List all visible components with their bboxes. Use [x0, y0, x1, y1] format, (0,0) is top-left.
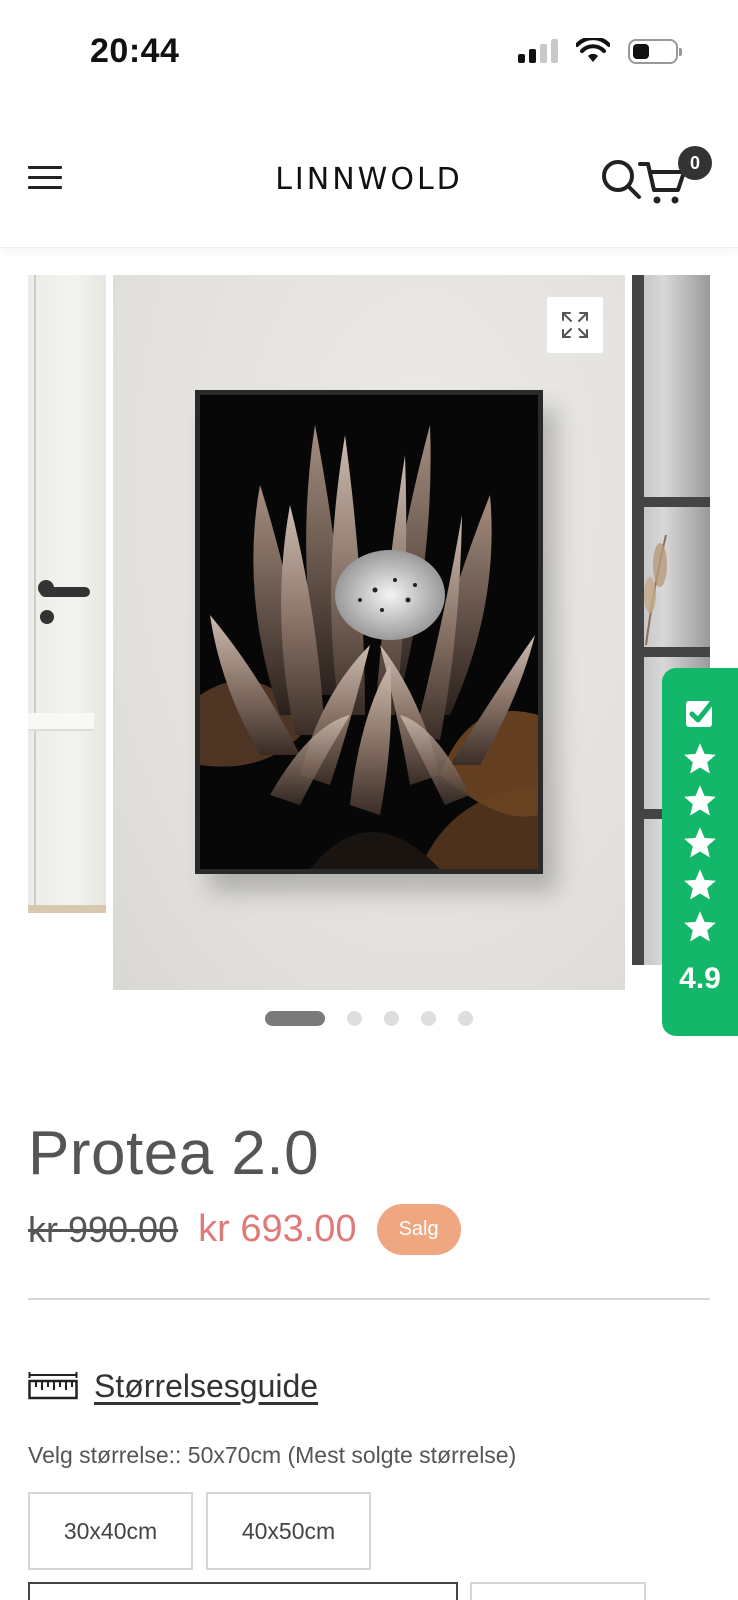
sale-badge: Salg	[376, 1204, 461, 1255]
previous-slide-image[interactable]	[28, 275, 106, 913]
carousel-pagination	[0, 1010, 738, 1026]
cart-button[interactable]: 0	[638, 146, 714, 206]
price-row: kr 990.00 kr 693.00 Salg	[28, 1204, 461, 1255]
carousel-dot-5[interactable]	[458, 1010, 473, 1026]
wifi-icon	[576, 38, 610, 62]
carousel-dot-1[interactable]	[265, 1010, 325, 1026]
search-icon[interactable]	[600, 158, 642, 200]
review-score: 4.9	[679, 962, 721, 995]
size-select-label: Velg størrelse:: 50x70cm (Mest solgte st…	[28, 1442, 517, 1468]
main-product-image[interactable]	[113, 275, 625, 990]
battery-icon	[628, 38, 682, 64]
star-icon	[684, 869, 716, 900]
status-time: 20:44	[90, 32, 180, 70]
size-option-30x40[interactable]: 30x40cm	[28, 1492, 193, 1570]
site-header: LINNWOLD 0	[0, 100, 738, 248]
protea-flower-artwork	[200, 395, 538, 869]
pampas-grass-decor	[644, 534, 667, 645]
carousel-dot-4[interactable]	[421, 1010, 436, 1026]
star-icon	[684, 743, 716, 774]
star-icon	[684, 911, 716, 942]
cart-count-badge: 0	[678, 146, 712, 180]
size-guide-label: Størrelsesguide	[94, 1368, 319, 1404]
size-option-next[interactable]	[470, 1582, 646, 1600]
divider	[28, 1298, 710, 1300]
carousel-dot-3[interactable]	[384, 1010, 399, 1026]
framed-artwork	[195, 390, 543, 874]
sale-price: kr 693.00	[198, 1208, 357, 1250]
star-icon	[684, 827, 716, 858]
product-title: Protea 2.0	[28, 1119, 320, 1188]
product-image-carousel[interactable]	[0, 275, 738, 990]
size-guide-link[interactable]: Størrelsesguide	[28, 1368, 318, 1405]
expand-image-button[interactable]	[547, 297, 603, 353]
status-icons	[518, 38, 682, 64]
size-option-50x70[interactable]: 50x70cm	[28, 1582, 458, 1600]
cellular-signal-icon	[518, 39, 558, 63]
reviews-widget[interactable]: 4.9	[662, 668, 738, 1036]
star-icon	[684, 785, 716, 816]
status-bar: 20:44	[0, 0, 738, 100]
size-option-40x50[interactable]: 40x50cm	[206, 1492, 371, 1570]
expand-icon	[562, 312, 588, 338]
verified-check-icon	[686, 697, 717, 727]
ruler-icon	[28, 1371, 78, 1399]
carousel-dot-2[interactable]	[347, 1010, 362, 1026]
original-price: kr 990.00	[28, 1208, 179, 1250]
